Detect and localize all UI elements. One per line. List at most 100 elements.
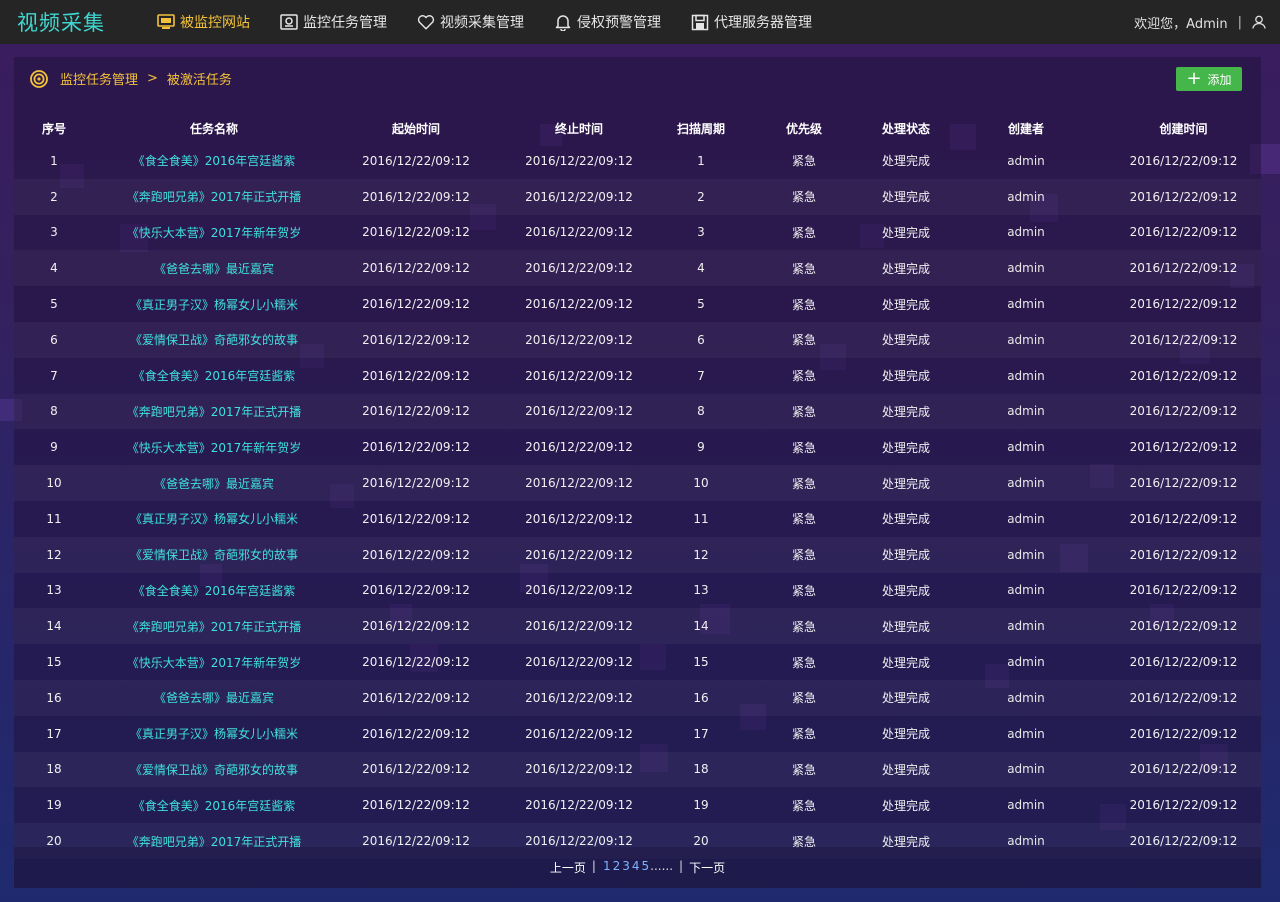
breadcrumb-parent[interactable]: 监控任务管理 (60, 69, 138, 88)
scan-period: 11 (693, 511, 709, 526)
creator: admin (946, 536, 1106, 573)
end-time: 2016/12/22/09:12 (525, 583, 633, 598)
start-time: 2016/12/22/09:12 (362, 297, 470, 312)
created-time: 2016/12/22/09:12 (1129, 297, 1238, 312)
top-navigation-bar: 视频采集 被监控网站 监控任务管理 视频采集管理 侵权预警管理 代理服务器管理 … (0, 0, 1280, 44)
nav-item-infringement-alert[interactable]: 侵权预警管理 (554, 12, 661, 32)
scan-period: 5 (697, 297, 705, 312)
end-time: 2016/12/22/09:12 (525, 297, 633, 312)
nav-item-label: 代理服务器管理 (714, 15, 812, 31)
plus-icon: + (1186, 68, 1202, 89)
task-name-link[interactable]: 《快乐大本营》2017年新年贺岁 (94, 429, 334, 465)
scan-period: 1 (697, 153, 705, 168)
add-button[interactable]: + 添加 (1176, 67, 1242, 91)
monitor-icon (157, 13, 175, 31)
created-time: 2016/12/22/09:12 (1106, 178, 1261, 215)
pagination: 上一页 | 12345 ...... | 下一页 (14, 859, 1261, 876)
row-index: 3 (50, 225, 58, 240)
task-name-link[interactable]: 《爱情保卫战》奇葩邪女的故事 (94, 321, 334, 358)
nav-item-monitored-sites[interactable]: 被监控网站 (157, 12, 250, 32)
task-name-link[interactable]: 《真正男子汉》杨幂女儿小糯米 (94, 501, 334, 537)
creator: admin (946, 679, 1106, 716)
scan-period: 4 (660, 250, 742, 287)
user-icon[interactable] (1252, 15, 1266, 29)
table-row: 4 《爸爸去哪》最近嘉宾 2016/12/22/09:12 2016/12/22/09… (14, 250, 1261, 287)
task-name-link[interactable]: 《爱情保卫战》奇葩邪女的故事 (94, 536, 334, 573)
task-name-link[interactable]: 《食全食美》2016年宫廷酱紫 (94, 787, 334, 823)
status: 处理完成 (866, 250, 946, 287)
task-name-link[interactable]: 《快乐大本营》2017年新年贺岁 (94, 644, 334, 680)
task-name-link[interactable]: 《真正男子汉》杨幂女儿小糯米 (94, 286, 334, 322)
start-time: 2016/12/22/09:12 (334, 250, 498, 287)
creator: admin (946, 393, 1106, 430)
task-name-link[interactable]: 《爸爸去哪》最近嘉宾 (94, 250, 334, 287)
row-index: 2 (14, 178, 94, 215)
priority: 紧急 (791, 655, 816, 670)
table-row: 15 《快乐大本营》2017年新年贺岁 2016/12/22/09:12 2016/1… (14, 644, 1261, 680)
row-index: 9 (50, 440, 58, 455)
task-name-link[interactable]: 《爱情保卫战》奇葩邪女的故事 (94, 751, 334, 788)
created-time: 2016/12/22/09:12 (1106, 751, 1261, 788)
page-number-link[interactable]: 1 (603, 859, 611, 873)
scan-period: 2 (660, 178, 742, 215)
end-time: 2016/12/22/09:12 (498, 465, 660, 501)
nav-item-video-collection[interactable]: 视频采集管理 (417, 12, 524, 32)
task-name-link[interactable]: 《奔跑吧兄弟》2017年正式开播 (94, 393, 334, 430)
start-time: 2016/12/22/09:12 (334, 536, 498, 573)
table-row: 7 《食全食美》2016年宫廷酱紫 2016/12/22/09:12 2016/12/… (14, 358, 1261, 394)
task-name-link[interactable]: 《爸爸去哪》最近嘉宾 (94, 465, 334, 501)
task-name-link[interactable]: 《真正男子汉》杨幂女儿小糯米 (94, 716, 334, 752)
start-time: 2016/12/22/09:12 (362, 655, 470, 670)
row-index: 18 (14, 751, 94, 788)
task-name-link[interactable]: 《奔跑吧兄弟》2017年正式开播 (94, 178, 334, 215)
priority: 紧急 (742, 321, 866, 358)
created-time: 2016/12/22/09:12 (1106, 393, 1261, 430)
table-header-row: 序号 任务名称 起始时间 终止时间 扫描周期 优先级 处理状态 创建者 创建时间 (14, 113, 1261, 143)
content-panel: 监控任务管理 > 被激活任务 + 添加 序号 任务名称 起始时间 终止时间 扫描周期 优先… (14, 57, 1261, 888)
header-col-scan-period: 扫描周期 (676, 121, 725, 136)
creator: admin (946, 321, 1106, 358)
task-name-link[interactable]: 《食全食美》2016年宫廷酱紫 (94, 573, 334, 609)
header-col-created-time: 创建时间 (1159, 121, 1208, 136)
page-number-link[interactable]: 5 (642, 859, 650, 873)
status: 处理完成 (866, 608, 946, 645)
next-page-link[interactable]: 下一页 (689, 859, 725, 876)
page-number-link[interactable]: 2 (613, 859, 621, 873)
nav-item-proxy-server[interactable]: 代理服务器管理 (691, 12, 812, 32)
end-time: 2016/12/22/09:12 (525, 368, 633, 383)
start-time: 2016/12/22/09:12 (362, 368, 470, 383)
page-number-link[interactable]: 4 (632, 859, 640, 873)
header-col-start-time: 起始时间 (391, 121, 440, 136)
task-name-link[interactable]: 《食全食美》2016年宫廷酱紫 (94, 358, 334, 394)
priority: 紧急 (791, 369, 816, 384)
header-col-creator: 创建者 (1007, 121, 1044, 136)
task-name-link[interactable]: 《食全食美》2016年宫廷酱紫 (94, 143, 334, 179)
start-time: 2016/12/22/09:12 (362, 726, 470, 741)
scan-period: 16 (660, 679, 742, 716)
page-number-link[interactable]: 3 (622, 859, 630, 873)
task-name-link[interactable]: 《快乐大本营》2017年新年贺岁 (94, 215, 334, 251)
add-button-label: 添加 (1207, 72, 1232, 87)
creator: admin (946, 250, 1106, 287)
status: 处理完成 (881, 369, 930, 384)
nav-item-task-management[interactable]: 监控任务管理 (280, 12, 387, 32)
row-index: 16 (14, 679, 94, 716)
end-time: 2016/12/22/09:12 (525, 726, 633, 741)
task-name-link[interactable]: 《奔跑吧兄弟》2017年正式开播 (94, 608, 334, 645)
priority: 紧急 (742, 250, 866, 287)
table-row: 13 《食全食美》2016年宫廷酱紫 2016/12/22/09:12 2016/12… (14, 573, 1261, 609)
status: 处理完成 (881, 655, 930, 670)
table-row: 3 《快乐大本营》2017年新年贺岁 2016/12/22/09:12 2016/12… (14, 215, 1261, 251)
created-time: 2016/12/22/09:12 (1106, 250, 1261, 287)
created-time: 2016/12/22/09:12 (1106, 608, 1261, 645)
header-col-end-time: 终止时间 (554, 121, 603, 136)
row-index: 6 (14, 321, 94, 358)
created-time: 2016/12/22/09:12 (1129, 583, 1238, 598)
row-index: 14 (14, 608, 94, 645)
created-time: 2016/12/22/09:12 (1129, 726, 1238, 741)
task-name-link[interactable]: 《爸爸去哪》最近嘉宾 (94, 679, 334, 716)
prev-page-link[interactable]: 上一页 (550, 859, 586, 876)
end-time: 2016/12/22/09:12 (498, 608, 660, 645)
created-time: 2016/12/22/09:12 (1129, 153, 1238, 168)
creator: admin (1007, 583, 1045, 598)
